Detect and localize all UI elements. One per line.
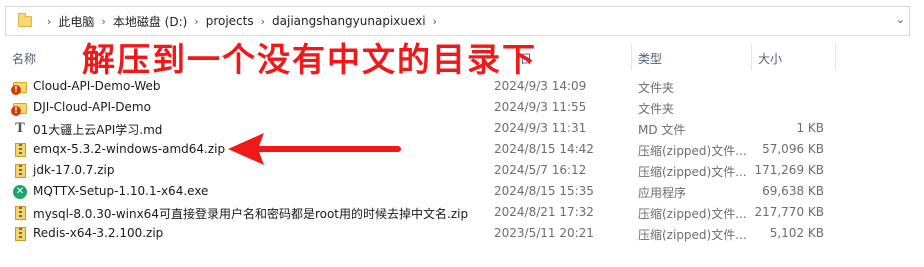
file-type: 文件夹	[638, 81, 675, 95]
column-header-name[interactable]: 名称	[12, 50, 36, 67]
file-date-modified: 2024/5/7 16:12	[494, 163, 587, 177]
file-name: MQTTX-Setup-1.10.1-x64.exe	[33, 184, 209, 198]
file-date-modified: 2023/5/11 20:21	[494, 226, 594, 240]
file-date-modified: 2024/8/15 14:42	[494, 142, 594, 156]
file-type: 压缩(zipped)文件...	[638, 165, 747, 179]
file-name: DJI-Cloud-API-Demo	[33, 100, 151, 114]
zip-icon	[15, 227, 26, 241]
file-size: 57,096 KB	[762, 142, 824, 156]
file-name: 01大疆上云API学习.md	[33, 123, 163, 137]
file-row[interactable]: mysql-8.0.30-winx64可直接登录用户名和密码都是root用的时候…	[0, 202, 924, 223]
sync-error-badge-icon: !	[11, 106, 21, 116]
file-row[interactable]: ! DJI-Cloud-API-Demo 2024/9/3 11:55 文件夹	[0, 97, 924, 118]
file-name: Redis-x64-3.2.100.zip	[33, 226, 164, 240]
file-size: 1 KB	[796, 121, 824, 135]
file-type: MD 文件	[638, 123, 686, 137]
file-row[interactable]: ✕ MQTTX-Setup-1.10.1-x64.exe 2024/8/15 15:…	[0, 181, 924, 202]
file-name: emqx-5.3.2-windows-amd64.zip	[33, 142, 226, 156]
file-date-modified: 2024/9/3 11:31	[494, 121, 587, 135]
file-type: 文件夹	[638, 102, 675, 116]
breadcrumb-separator: ›	[47, 14, 52, 28]
file-date-modified: 2024/8/15 15:35	[494, 184, 594, 198]
file-name: mysql-8.0.30-winx64可直接登录用户名和密码都是root用的时候…	[33, 207, 469, 221]
folder-icon	[18, 12, 32, 27]
file-row[interactable]: jdk-17.0.7.zip 2024/5/7 16:12 压缩(zipped)文件…	[0, 160, 924, 181]
file-date-modified: 2024/9/3 11:55	[494, 100, 587, 114]
zip-icon	[15, 143, 26, 157]
file-row[interactable]: emqx-5.3.2-windows-amd64.zip 2024/8/15 14…	[0, 139, 924, 160]
column-divider[interactable]	[631, 44, 632, 70]
file-type: 压缩(zipped)文件...	[638, 207, 747, 221]
breadcrumb-separator: ›	[432, 14, 438, 28]
column-divider[interactable]	[835, 44, 836, 70]
breadcrumb-separator: ›	[194, 14, 199, 28]
breadcrumb-separator: ›	[101, 14, 106, 28]
file-row[interactable]: T 01大疆上云API学习.md 2024/9/3 11:31 MD 文件 1 KB	[0, 118, 924, 139]
folder-icon: !	[11, 103, 27, 116]
file-date-modified: 2024/9/3 14:09	[494, 79, 587, 93]
breadcrumb-current-folder[interactable]: dajiangshangyunapixuexi	[272, 14, 426, 28]
file-name: jdk-17.0.7.zip	[33, 163, 115, 177]
column-header-size[interactable]: 大小	[758, 50, 782, 67]
file-size: 217,770 KB	[754, 205, 824, 219]
file-row[interactable]: ! Cloud-API-Demo-Web 2024/9/3 14:09 文件夹	[0, 76, 924, 97]
zip-icon	[15, 164, 26, 178]
column-header-type[interactable]: 类型	[638, 50, 662, 67]
column-divider[interactable]	[751, 44, 752, 70]
address-bar[interactable]: › 此电脑 › 本地磁盘 (D:) › projects › dajiangsh…	[5, 6, 910, 36]
annotation-text: 解压到一个没有中文的目录下	[82, 40, 537, 79]
file-row[interactable]: Redis-x64-3.2.100.zip 2023/5/11 20:21 压缩(z…	[0, 223, 924, 244]
breadcrumb-this-pc[interactable]: 此电脑	[58, 13, 94, 30]
breadcrumb-projects[interactable]: projects	[206, 14, 254, 28]
file-date-modified: 2024/8/21 17:32	[494, 205, 594, 219]
file-type: 压缩(zipped)文件...	[638, 144, 747, 158]
file-size: 171,269 KB	[754, 163, 824, 177]
file-type: 应用程序	[638, 186, 687, 200]
annotation-arrow	[228, 133, 401, 165]
breadcrumb-drive-d[interactable]: 本地磁盘 (D:)	[113, 13, 187, 30]
file-size: 5,102 KB	[769, 226, 824, 240]
zip-icon	[15, 206, 26, 220]
breadcrumb-separator: ›	[260, 14, 266, 28]
text-file-icon: T	[15, 121, 25, 136]
address-history-chevron-icon[interactable]: ⌄	[896, 13, 905, 26]
app-icon: ✕	[13, 185, 27, 199]
file-type: 压缩(zipped)文件...	[638, 228, 747, 242]
file-name: Cloud-API-Demo-Web	[33, 79, 161, 93]
file-size: 69,638 KB	[762, 184, 824, 198]
folder-icon: !	[11, 82, 27, 95]
sync-error-badge-icon: !	[11, 85, 21, 95]
